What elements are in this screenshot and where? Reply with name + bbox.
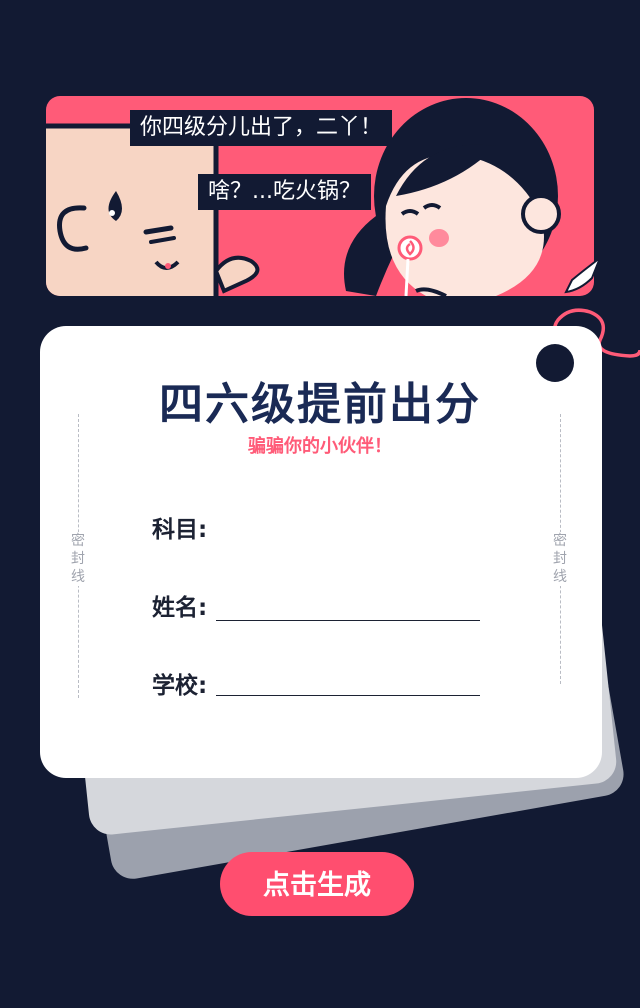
school-input[interactable] [216,671,480,696]
name-input[interactable] [216,596,480,621]
seal-text-right: 密 封 线 [550,532,570,586]
comic-banner: 你四级分儿出了，二丫！ 啥？...吃火锅？ [46,96,594,296]
school-label: 学校: [152,673,208,699]
boy-face [46,123,260,296]
girl-speech-bubble: 啥？...吃火锅？ [198,174,371,210]
name-label: 姓名: [152,595,208,621]
subject-label: 科目: [152,517,208,543]
boy-speech-bubble: 你四级分儿出了，二丫！ [130,110,393,146]
page: 你四级分儿出了，二丫！ 啥？...吃火锅？ 四六级提前出分 骗骗你的小伙伴！ 密… [0,0,640,1008]
card-subtitle: 骗骗你的小伙伴！ [248,436,392,457]
seal-text-left: 密 封 线 [68,532,88,586]
card-title: 四六级提前出分 [159,379,481,430]
generate-button[interactable]: 点击生成 [220,852,414,916]
